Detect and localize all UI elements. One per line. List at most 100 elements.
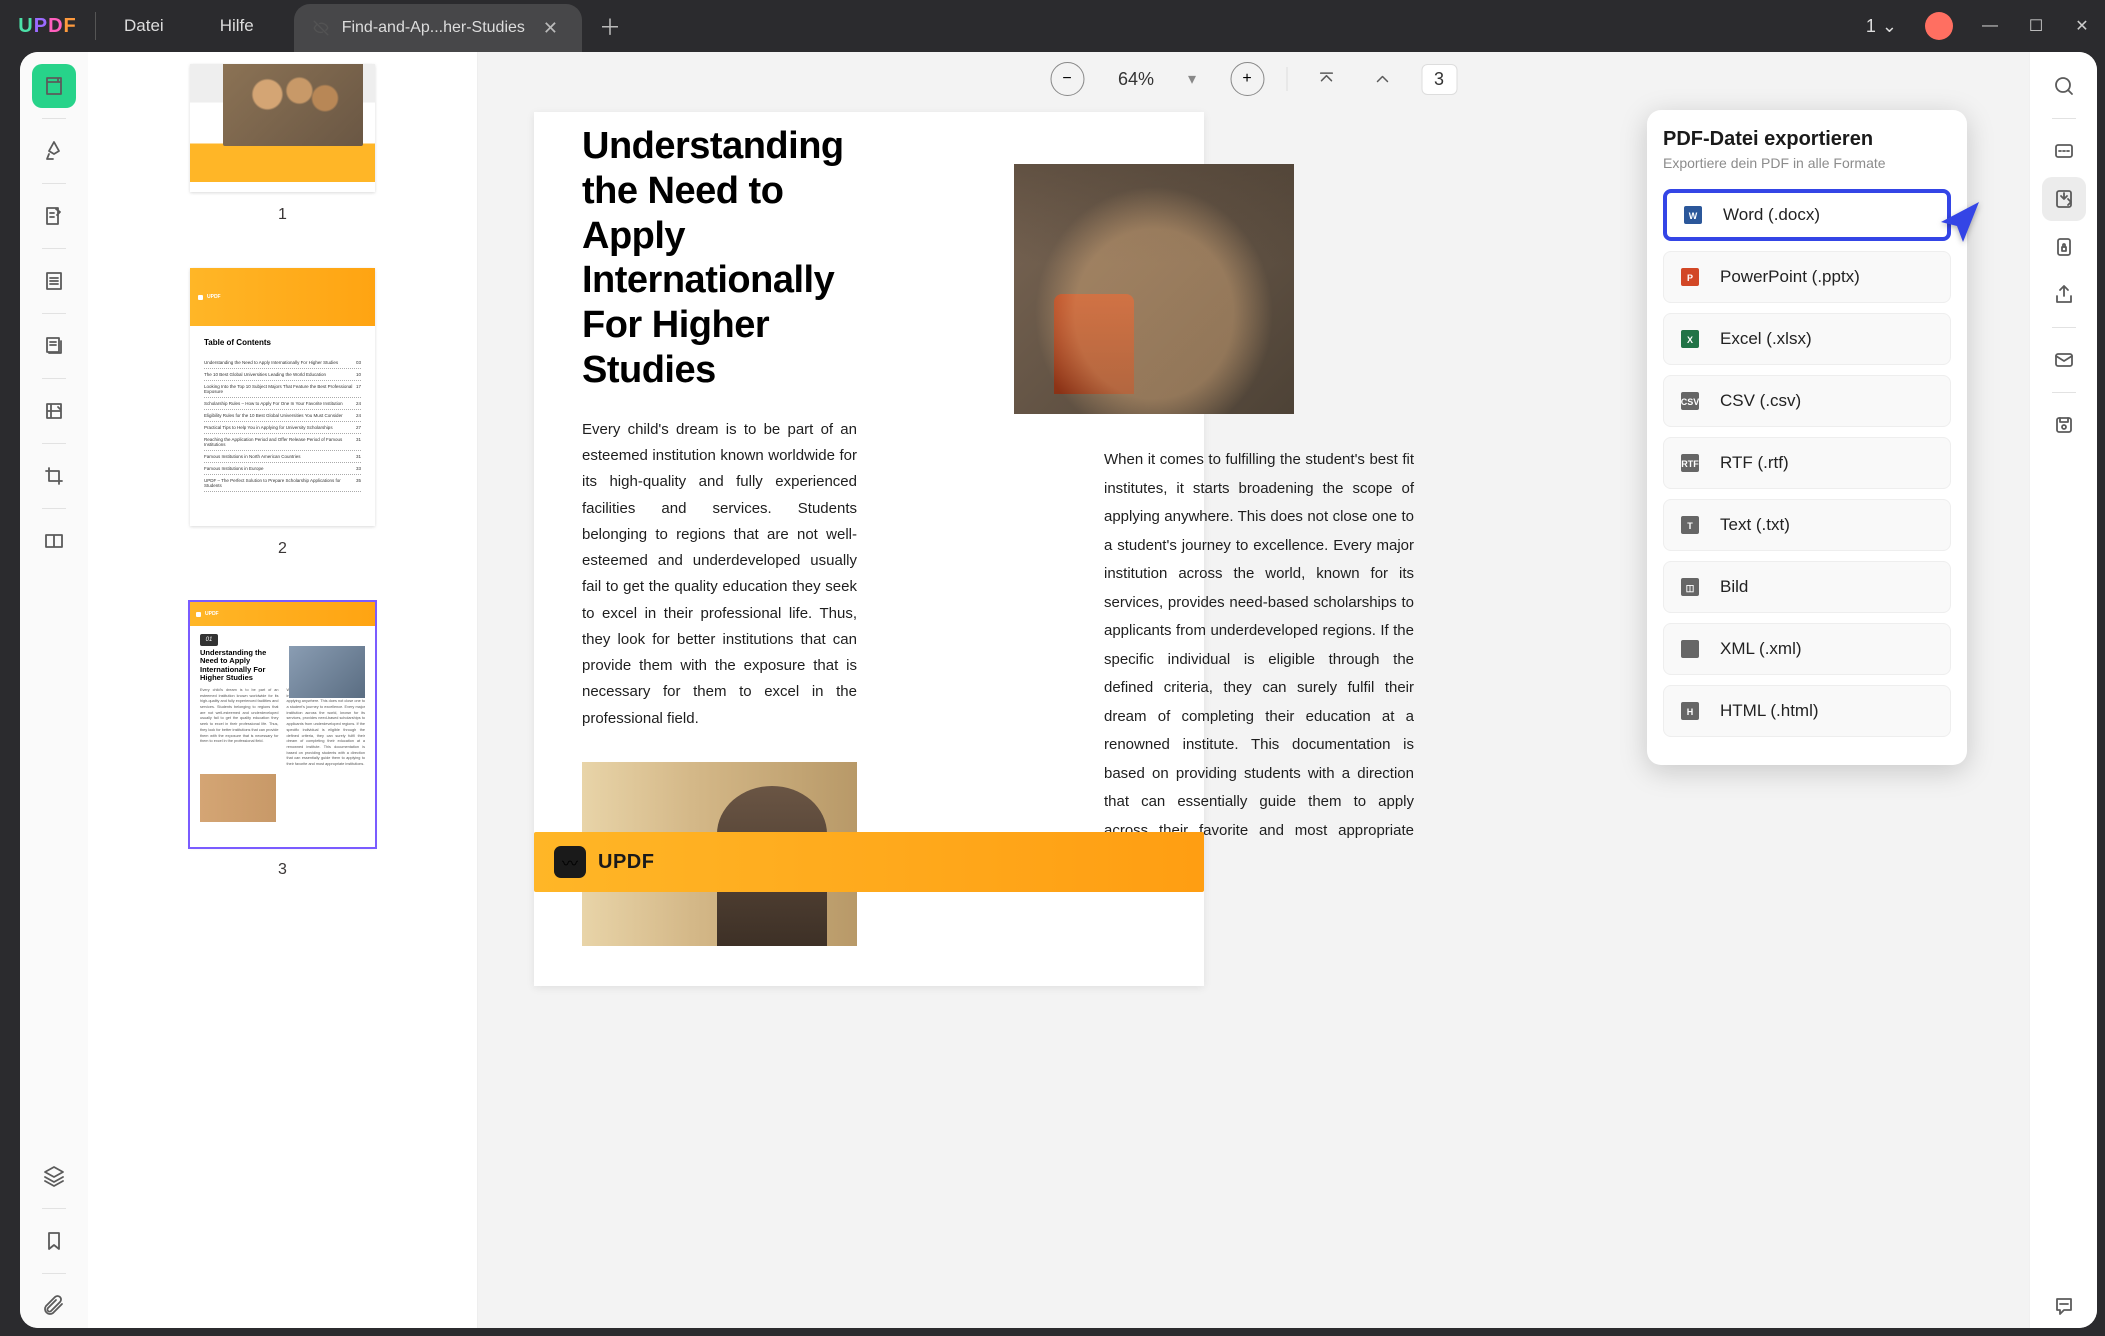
view-toolbar: − 64% ▾ + 3 xyxy=(1050,62,1457,96)
file-type-icon: X xyxy=(1678,327,1702,351)
comment-button[interactable] xyxy=(2042,1284,2086,1328)
export-option-label: HTML (.html) xyxy=(1720,701,1819,721)
toc-line: Looking Into the Top 10 Subject Majors T… xyxy=(204,381,361,398)
page-footer: 〰 UPDF xyxy=(534,832,1204,892)
page-image-1 xyxy=(1014,164,1294,414)
svg-text:P: P xyxy=(1687,273,1693,283)
export-title: PDF-Datei exportieren xyxy=(1663,128,1951,151)
close-window-button[interactable]: ✕ xyxy=(2059,16,2105,36)
thumb-col-1: Every child's dream is to be part of an … xyxy=(200,688,279,768)
toc-line: Scholarship Rules – How to Apply For One… xyxy=(204,398,361,410)
bookmark-tool[interactable] xyxy=(32,1219,76,1263)
page-heading: Understanding the Need to Apply Internat… xyxy=(582,124,862,393)
svg-text:◫: ◫ xyxy=(1686,583,1695,593)
export-option-csv[interactable]: CSV CSV (.csv) xyxy=(1663,375,1951,427)
toc-line: Reaching the Application Period and Offe… xyxy=(204,434,361,451)
thumb-number: 3 xyxy=(278,861,287,879)
export-option-bild[interactable]: ◫ Bild xyxy=(1663,561,1951,613)
export-option-text[interactable]: TText (.txt) xyxy=(1663,499,1951,551)
file-type-icon: P xyxy=(1678,265,1702,289)
left-toolbar xyxy=(20,52,88,1328)
export-option-xml[interactable]: XML (.xml) xyxy=(1663,623,1951,675)
thumb-number: 1 xyxy=(278,206,287,224)
svg-text:RTF: RTF xyxy=(1681,459,1699,469)
compare-tool[interactable] xyxy=(32,519,76,563)
thumbnail-3[interactable]: UPDF 01 Understanding the Need to Apply … xyxy=(190,602,375,847)
zoom-dropdown[interactable]: ▾ xyxy=(1188,69,1208,89)
thumbnail-1[interactable] xyxy=(190,64,375,192)
thumbnail-2[interactable]: UPDF Table of Contents Understanding the… xyxy=(190,268,375,526)
protect-button[interactable] xyxy=(2042,225,2086,269)
page-tool[interactable] xyxy=(32,259,76,303)
toc-line: The 10 Best Global Universities Leading … xyxy=(204,369,361,381)
go-top-button[interactable] xyxy=(1309,62,1343,96)
updf-logo-icon: 〰 xyxy=(554,846,586,878)
thumb-number: 2 xyxy=(278,540,287,558)
edit-tool[interactable] xyxy=(32,194,76,238)
document-canvas: − 64% ▾ + 3 Understanding the Need to Ap… xyxy=(478,52,2029,1328)
reader-tool[interactable] xyxy=(32,64,76,108)
cursor-arrow-annotation xyxy=(1937,200,1981,249)
eye-off-icon xyxy=(312,19,330,37)
file-type-icon: H xyxy=(1678,699,1702,723)
file-type-icon: RTF xyxy=(1678,451,1702,475)
export-option-label: PowerPoint (.pptx) xyxy=(1720,267,1860,287)
export-button[interactable] xyxy=(2042,177,2086,221)
export-option-label: Bild xyxy=(1720,577,1748,597)
page-body-text: Every child's dream is to be part of an … xyxy=(582,417,857,732)
toc-line: Practical Tips to Help You in Applying f… xyxy=(204,422,361,434)
minimize-button[interactable]: — xyxy=(1967,17,2013,35)
export-subtitle: Exportiere dein PDF in alle Formate xyxy=(1663,155,1951,171)
toc-line: Understanding the Need to Apply Internat… xyxy=(204,357,361,369)
ocr-button[interactable] xyxy=(2042,129,2086,173)
attachment-tool[interactable] xyxy=(32,1284,76,1328)
export-option-label: RTF (.rtf) xyxy=(1720,453,1789,473)
zoom-in-button[interactable]: + xyxy=(1230,62,1264,96)
zoom-out-button[interactable]: − xyxy=(1050,62,1084,96)
svg-text:H: H xyxy=(1687,707,1694,717)
export-option-label: XML (.xml) xyxy=(1720,639,1802,659)
menu-file[interactable]: Datei xyxy=(96,16,192,36)
email-button[interactable] xyxy=(2042,338,2086,382)
thumbnail-panel: 1 UPDF Table of Contents Understanding t… xyxy=(88,52,478,1328)
export-option-powerpoint[interactable]: P PowerPoint (.pptx) xyxy=(1663,251,1951,303)
file-type-icon: ◫ xyxy=(1678,575,1702,599)
maximize-button[interactable]: ☐ xyxy=(2013,16,2059,36)
save-button[interactable] xyxy=(2042,403,2086,447)
search-button[interactable] xyxy=(2042,64,2086,108)
toc-line: Famous Institutions in Europe33 xyxy=(204,463,361,475)
zoom-value[interactable]: 64% xyxy=(1106,69,1166,90)
prev-page-button[interactable] xyxy=(1365,62,1399,96)
menu-help[interactable]: Hilfe xyxy=(192,16,282,36)
export-option-word[interactable]: WWord (.docx) xyxy=(1663,189,1951,241)
share-button[interactable] xyxy=(2042,273,2086,317)
form-tool[interactable] xyxy=(32,324,76,368)
export-option-html[interactable]: H HTML (.html) xyxy=(1663,685,1951,737)
crop-tool[interactable] xyxy=(32,454,76,498)
window-count[interactable]: 1⌄ xyxy=(1852,16,1911,37)
toc-line: Eligibility Rules for the 10 Best Global… xyxy=(204,410,361,422)
export-option-label: Text (.txt) xyxy=(1720,515,1790,535)
file-type-icon: CSV xyxy=(1678,389,1702,413)
page-number-input[interactable]: 3 xyxy=(1421,64,1457,95)
tab-title: Find-and-Ap...her-Studies xyxy=(342,19,525,37)
export-option-label: CSV (.csv) xyxy=(1720,391,1801,411)
export-option-label: Excel (.xlsx) xyxy=(1720,329,1812,349)
new-tab-button[interactable]: ＋ xyxy=(590,10,630,42)
highlight-tool[interactable] xyxy=(32,129,76,173)
svg-text:CSV: CSV xyxy=(1681,397,1700,407)
app-body: 1 UPDF Table of Contents Understanding t… xyxy=(20,52,2097,1328)
toc-heading: Table of Contents xyxy=(204,338,361,347)
chevron-down-icon: ⌄ xyxy=(1882,16,1897,37)
document-tab[interactable]: Find-and-Ap...her-Studies ✕ xyxy=(294,4,582,52)
export-option-rtf[interactable]: RTF RTF (.rtf) xyxy=(1663,437,1951,489)
export-option-excel[interactable]: X Excel (.xlsx) xyxy=(1663,313,1951,365)
thumb-image xyxy=(289,646,365,698)
layers-tool[interactable] xyxy=(32,1154,76,1198)
thumb-image xyxy=(200,774,276,822)
organize-tool[interactable] xyxy=(32,389,76,433)
titlebar: UPDF Datei Hilfe Find-and-Ap...her-Studi… xyxy=(0,0,2105,52)
user-avatar[interactable] xyxy=(1925,12,1953,40)
page-right-column: When it comes to fulfilling the student'… xyxy=(1104,446,1414,874)
tab-close-icon[interactable]: ✕ xyxy=(537,16,564,41)
